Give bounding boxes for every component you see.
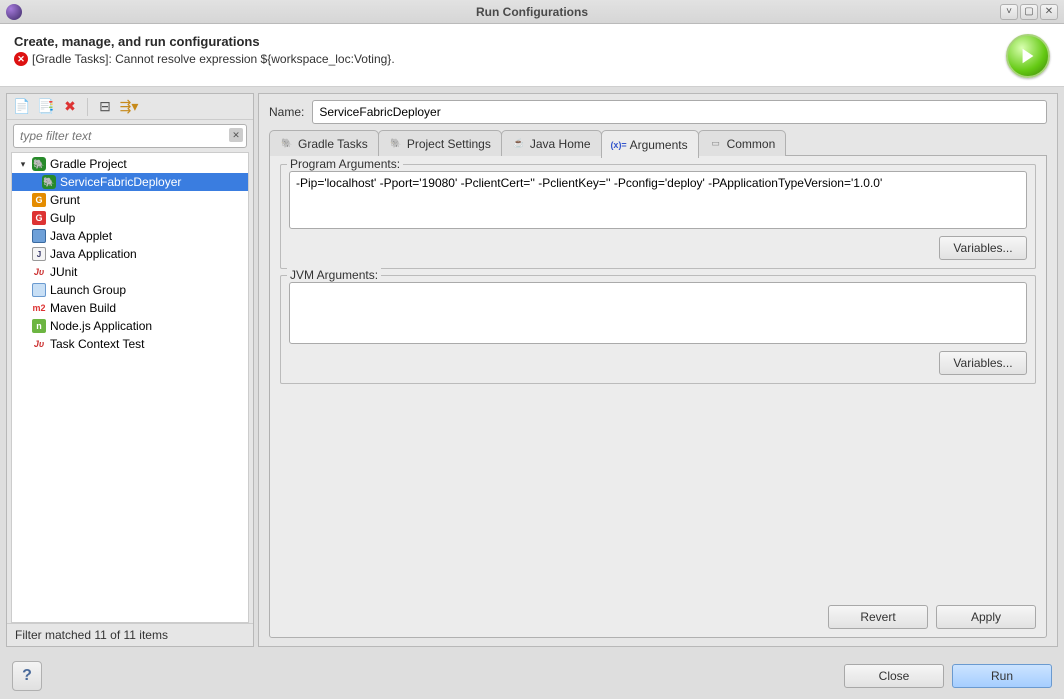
apply-button[interactable]: Apply xyxy=(936,605,1036,629)
task-context-icon: Jᴜ xyxy=(32,337,46,351)
gradle-tab-icon: 🐘 xyxy=(280,137,294,151)
tab-common[interactable]: ▭ Common xyxy=(698,130,787,156)
arguments-tab-icon: (x)= xyxy=(612,138,626,152)
tab-arguments[interactable]: (x)= Arguments xyxy=(601,130,699,158)
grunt-icon: G xyxy=(32,193,46,207)
project-tab-icon: 🐘 xyxy=(389,137,403,151)
run-button[interactable]: Run xyxy=(952,664,1052,688)
common-tab-icon: ▭ xyxy=(709,137,723,151)
tree-label: Maven Build xyxy=(50,301,116,315)
config-toolbar: 📄 📑 ✖ ⊟ ⇶▾ xyxy=(7,94,253,120)
error-message-row: ✕ [Gradle Tasks]: Cannot resolve express… xyxy=(14,52,1006,66)
tree-label: Gradle Project xyxy=(50,157,127,171)
filter-wrap: ✕ xyxy=(7,120,253,152)
duplicate-config-icon[interactable]: 📑 xyxy=(37,98,55,116)
minimize-button[interactable]: ˅ xyxy=(1000,4,1018,20)
jvm-arguments-label: JVM Arguments: xyxy=(287,268,381,282)
window-title: Run Configurations xyxy=(476,5,588,19)
close-button[interactable]: Close xyxy=(844,664,944,688)
clear-filter-icon[interactable]: ✕ xyxy=(229,128,243,142)
tab-java-home[interactable]: ☕ Java Home xyxy=(501,130,602,156)
tab-label: Common xyxy=(727,137,776,151)
collapse-all-icon[interactable]: ⊟ xyxy=(96,98,114,116)
tab-label: Arguments xyxy=(630,138,688,152)
delete-config-icon[interactable]: ✖ xyxy=(61,98,79,116)
toolbar-separator xyxy=(87,98,88,116)
name-row: Name: xyxy=(269,100,1047,124)
maven-icon: m2 xyxy=(32,301,46,315)
tree-item-java-application[interactable]: Java Application xyxy=(12,245,248,263)
revert-button[interactable]: Revert xyxy=(828,605,928,629)
tab-gradle-tasks[interactable]: 🐘 Gradle Tasks xyxy=(269,130,379,156)
gradle-icon: 🐘 xyxy=(32,157,46,171)
node-icon: n xyxy=(32,319,46,333)
expand-toggle-icon[interactable]: ▾ xyxy=(18,159,28,169)
tab-project-settings[interactable]: 🐘 Project Settings xyxy=(378,130,502,156)
tree-label: ServiceFabricDeployer xyxy=(60,175,181,189)
help-button[interactable]: ? xyxy=(12,661,42,691)
tree-item-grunt[interactable]: G Grunt xyxy=(12,191,248,209)
name-label: Name: xyxy=(269,105,304,119)
tree-label: Gulp xyxy=(50,211,75,225)
tab-label: Gradle Tasks xyxy=(298,137,368,151)
launch-group-icon xyxy=(32,283,46,297)
tree-item-gradle-project[interactable]: ▾ 🐘 Gradle Project xyxy=(12,155,248,173)
config-list-panel: 📄 📑 ✖ ⊟ ⇶▾ ✕ ▾ 🐘 Gradle Project 🐘 Servic… xyxy=(6,93,254,647)
jvm-variables-button[interactable]: Variables... xyxy=(939,351,1027,375)
tree-item-node-application[interactable]: n Node.js Application xyxy=(12,317,248,335)
tree-item-servicefabricdeployer[interactable]: 🐘 ServiceFabricDeployer xyxy=(12,173,248,191)
dialog-title: Create, manage, and run configurations xyxy=(14,34,1006,49)
tree-label: Java Applet xyxy=(50,229,112,243)
apply-row: Revert Apply xyxy=(280,605,1036,629)
jvm-arguments-input[interactable] xyxy=(289,282,1027,344)
tree-label: JUnit xyxy=(50,265,77,279)
new-config-icon[interactable]: 📄 xyxy=(13,98,31,116)
tree-item-maven-build[interactable]: m2 Maven Build xyxy=(12,299,248,317)
tree-item-launch-group[interactable]: Launch Group xyxy=(12,281,248,299)
program-variables-button[interactable]: Variables... xyxy=(939,236,1027,260)
gradle-icon: 🐘 xyxy=(42,175,56,189)
tree-label: Launch Group xyxy=(50,283,126,297)
config-detail-panel: Name: 🐘 Gradle Tasks 🐘 Project Settings … xyxy=(258,93,1058,647)
tab-label: Project Settings xyxy=(407,137,491,151)
applet-icon xyxy=(32,229,46,243)
gulp-icon: G xyxy=(32,211,46,225)
error-icon: ✕ xyxy=(14,52,28,66)
maximize-button[interactable]: ▢ xyxy=(1020,4,1038,20)
filter-config-icon[interactable]: ⇶▾ xyxy=(120,98,138,116)
tab-bar: 🐘 Gradle Tasks 🐘 Project Settings ☕ Java… xyxy=(269,130,1047,156)
config-tree[interactable]: ▾ 🐘 Gradle Project 🐘 ServiceFabricDeploy… xyxy=(11,152,249,623)
tree-label: Grunt xyxy=(50,193,80,207)
app-eclipse-icon xyxy=(6,4,22,20)
tree-item-java-applet[interactable]: Java Applet xyxy=(12,227,248,245)
junit-icon: Jᴜ xyxy=(32,265,46,279)
tree-label: Task Context Test xyxy=(50,337,145,351)
run-hero-icon xyxy=(1006,34,1050,78)
tree-label: Java Application xyxy=(50,247,137,261)
dialog-body: 📄 📑 ✖ ⊟ ⇶▾ ✕ ▾ 🐘 Gradle Project 🐘 Servic… xyxy=(0,87,1064,653)
window-controls: ˅ ▢ ✕ xyxy=(1000,4,1058,20)
program-arguments-label: Program Arguments: xyxy=(287,157,403,171)
program-arguments-input[interactable] xyxy=(289,171,1027,229)
tree-item-gulp[interactable]: G Gulp xyxy=(12,209,248,227)
dialog-footer: ? Close Run xyxy=(0,653,1064,699)
java-tab-icon: ☕ xyxy=(512,137,526,151)
error-text: [Gradle Tasks]: Cannot resolve expressio… xyxy=(32,52,395,66)
tree-label: Node.js Application xyxy=(50,319,152,333)
tree-item-task-context-test[interactable]: Jᴜ Task Context Test xyxy=(12,335,248,353)
java-app-icon xyxy=(32,247,46,261)
filter-status: Filter matched 11 of 11 items xyxy=(7,623,253,646)
close-window-button[interactable]: ✕ xyxy=(1040,4,1058,20)
tree-item-junit[interactable]: Jᴜ JUnit xyxy=(12,263,248,281)
tab-content: Program Arguments: Variables... JVM Argu… xyxy=(269,155,1047,638)
program-arguments-group: Program Arguments: Variables... xyxy=(280,164,1036,269)
dialog-header: Create, manage, and run configurations ✕… xyxy=(0,24,1064,87)
name-input[interactable] xyxy=(312,100,1047,124)
title-bar: Run Configurations ˅ ▢ ✕ xyxy=(0,0,1064,24)
tab-label: Java Home xyxy=(530,137,591,151)
jvm-arguments-group: JVM Arguments: Variables... xyxy=(280,275,1036,384)
filter-input[interactable] xyxy=(13,124,247,148)
